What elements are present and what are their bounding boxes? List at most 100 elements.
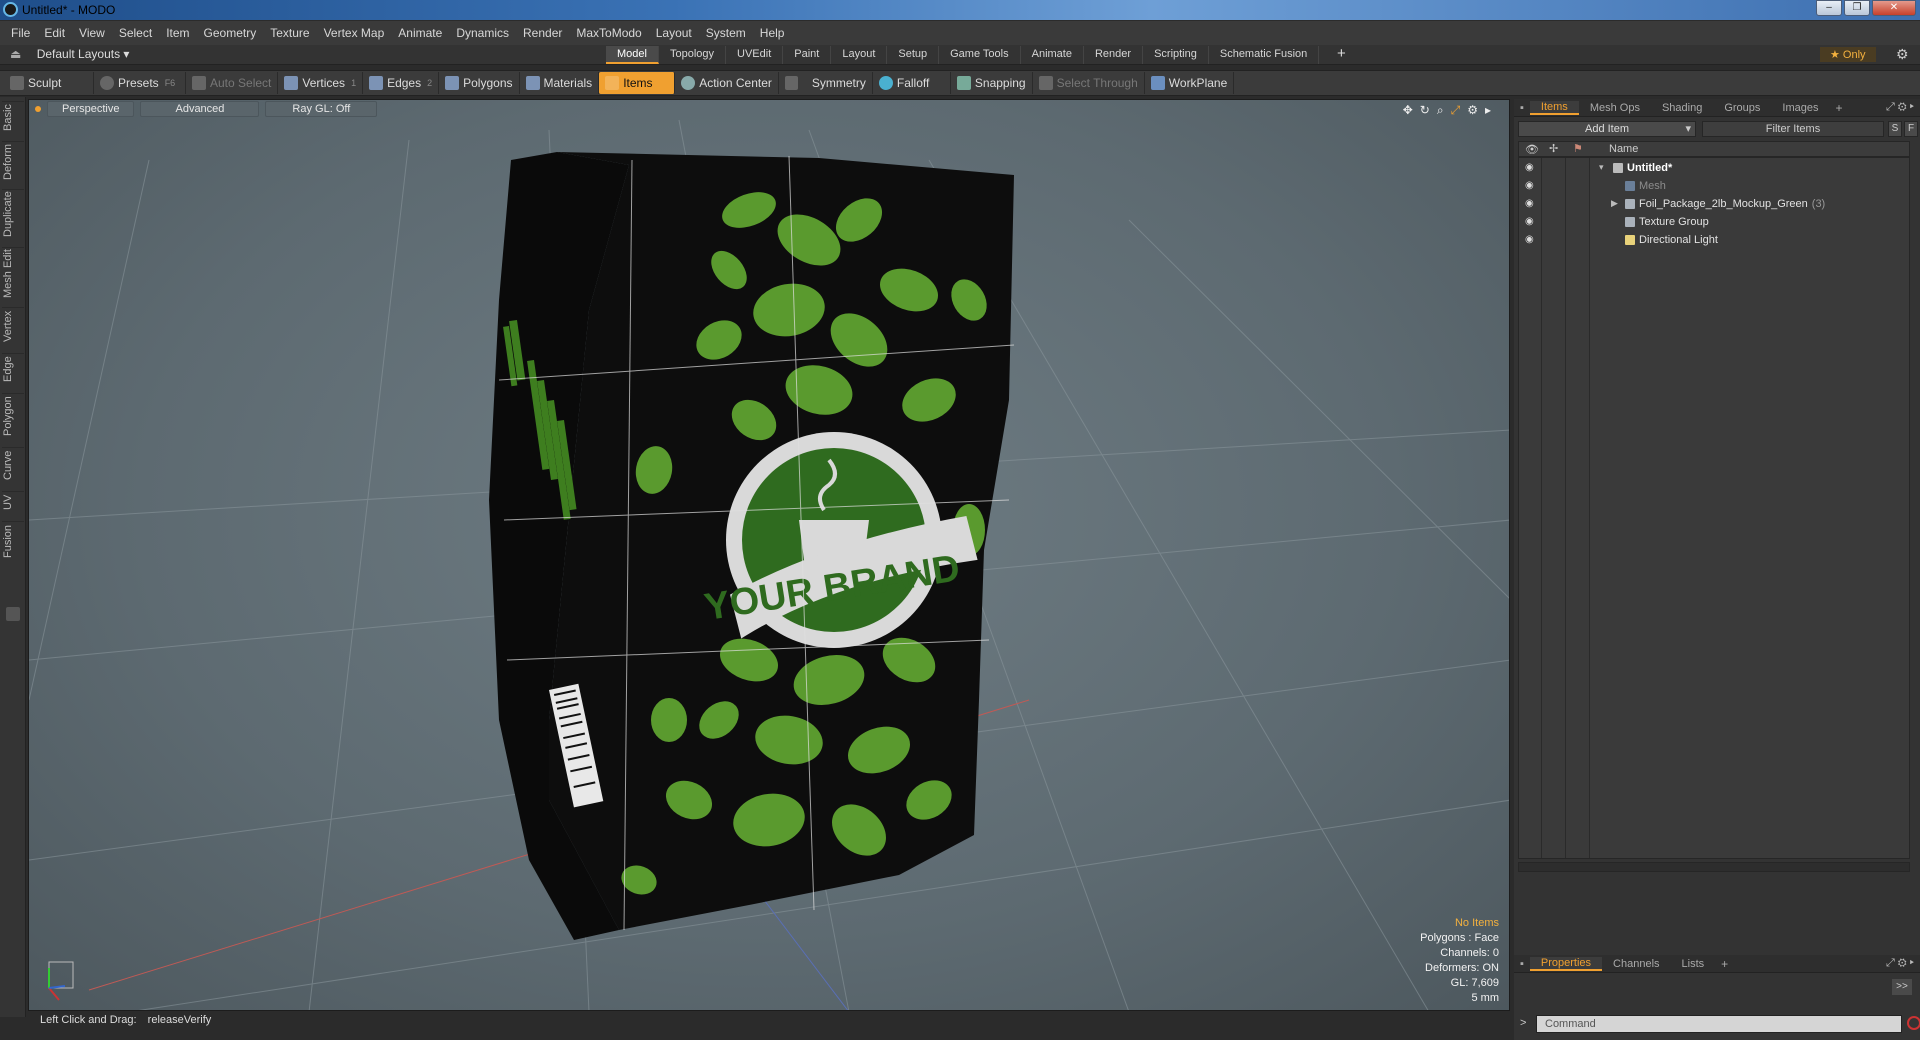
- auto-select-button[interactable]: Auto Select: [186, 72, 279, 94]
- vtab-curve[interactable]: Curve: [2, 447, 24, 483]
- add-tab-button[interactable]: +: [1337, 45, 1346, 62]
- chevron-right-icon[interactable]: ▶: [1611, 198, 1618, 209]
- edges-button[interactable]: Edges 2: [363, 72, 440, 94]
- tab-uvedit[interactable]: UVEdit: [726, 46, 784, 64]
- eye-icon[interactable]: ◉: [1525, 180, 1537, 191]
- menu-render[interactable]: Render: [516, 26, 569, 40]
- command-record-icon[interactable]: [1907, 1016, 1920, 1030]
- close-button[interactable]: ✕: [1872, 0, 1916, 16]
- vtab-edge[interactable]: Edge: [2, 353, 24, 385]
- tab-model[interactable]: Model: [606, 46, 659, 64]
- tab-channels[interactable]: Channels: [1602, 958, 1670, 970]
- name-column-header[interactable]: Name: [1609, 143, 1638, 155]
- lock-column-icon[interactable]: ✢: [1549, 142, 1558, 155]
- menu-file[interactable]: File: [4, 26, 37, 40]
- viewport-expand-icon[interactable]: ▸: [1485, 103, 1491, 118]
- tab-lists[interactable]: Lists: [1671, 958, 1716, 970]
- vtab-vertex[interactable]: Vertex: [2, 307, 24, 345]
- pan-icon[interactable]: ✥: [1403, 103, 1413, 118]
- menu-animate[interactable]: Animate: [391, 26, 449, 40]
- f-toggle-button[interactable]: F: [1904, 121, 1918, 137]
- workplane-button[interactable]: WorkPlane: [1145, 72, 1235, 94]
- menu-layout[interactable]: Layout: [649, 26, 699, 40]
- symmetry-button[interactable]: Symmetry: [779, 72, 873, 94]
- tab-layout[interactable]: Layout: [831, 46, 888, 64]
- panel-menu-icon[interactable]: ▪: [1514, 958, 1530, 970]
- vtab-mesh-edit[interactable]: Mesh Edit: [2, 247, 24, 299]
- zoom-icon[interactable]: ⌕: [1437, 103, 1444, 118]
- menu-help[interactable]: Help: [753, 26, 792, 40]
- menu-edit[interactable]: Edit: [37, 26, 72, 40]
- only-toggle-button[interactable]: ★ Only: [1820, 47, 1876, 62]
- viewport-settings-icon[interactable]: ⚙: [1467, 103, 1478, 118]
- tab-items[interactable]: Items: [1529, 100, 1579, 115]
- tab-shading[interactable]: Shading: [1651, 102, 1713, 114]
- vtab-duplicate[interactable]: Duplicate: [2, 189, 24, 239]
- gear-icon[interactable]: ⚙: [1896, 46, 1909, 63]
- viewport-menu-dot[interactable]: [35, 106, 41, 112]
- eye-icon[interactable]: ◉: [1525, 162, 1537, 173]
- minimize-button[interactable]: –: [1816, 0, 1842, 16]
- item-list-scrollbar[interactable]: [1518, 862, 1910, 872]
- menu-maxtomodo[interactable]: MaxToModo: [569, 26, 648, 40]
- fit-icon[interactable]: ⤢: [1451, 103, 1461, 118]
- view-type-button[interactable]: Perspective: [47, 101, 135, 117]
- tab-images[interactable]: Images: [1771, 102, 1829, 114]
- tab-scripting[interactable]: Scripting: [1143, 46, 1209, 64]
- expand-properties-button[interactable]: >>: [1892, 979, 1912, 995]
- tab-groups[interactable]: Groups: [1713, 102, 1771, 114]
- vtab-basic[interactable]: Basic: [2, 101, 24, 133]
- panel-menu-icon[interactable]: ▪: [1514, 102, 1530, 114]
- tab-mesh-ops[interactable]: Mesh Ops: [1579, 102, 1651, 114]
- vertices-button[interactable]: Vertices 1: [278, 72, 364, 94]
- items-button[interactable]: Items: [599, 72, 676, 94]
- menu-vertex-map[interactable]: Vertex Map: [317, 26, 392, 40]
- s-toggle-button[interactable]: S: [1888, 121, 1902, 137]
- panel-controls-icon[interactable]: ⤢ ⚙ ▸: [1886, 101, 1914, 114]
- falloff-button[interactable]: Falloff: [873, 72, 951, 94]
- list-item-texture-group[interactable]: ◉ Texture Group: [1519, 214, 1909, 232]
- vtab-polygon[interactable]: Polygon: [2, 393, 24, 439]
- vtab-deform[interactable]: Deform: [2, 141, 24, 181]
- vtab-uv[interactable]: UV: [2, 491, 24, 513]
- tab-game-tools[interactable]: Game Tools: [939, 46, 1021, 64]
- list-item-mesh[interactable]: ◉ Mesh: [1519, 178, 1909, 196]
- menu-select[interactable]: Select: [112, 26, 159, 40]
- vtab-fusion[interactable]: Fusion: [2, 521, 24, 561]
- menu-view[interactable]: View: [72, 26, 112, 40]
- filter-items-input[interactable]: Filter Items: [1702, 121, 1884, 137]
- menu-system[interactable]: System: [699, 26, 753, 40]
- menu-dynamics[interactable]: Dynamics: [449, 26, 516, 40]
- tab-properties[interactable]: Properties: [1529, 956, 1603, 971]
- raygl-button[interactable]: Ray GL: Off: [265, 101, 378, 117]
- add-panel-tab-button[interactable]: +: [1715, 957, 1734, 971]
- tab-render[interactable]: Render: [1084, 46, 1144, 64]
- shading-mode-button[interactable]: Advanced: [140, 101, 260, 117]
- list-item-scene[interactable]: ◉ ▾ Untitled*: [1519, 160, 1909, 178]
- rotate-icon[interactable]: ↻: [1420, 103, 1430, 118]
- tab-schematic-fusion[interactable]: Schematic Fusion: [1209, 46, 1320, 64]
- select-through-button[interactable]: Select Through: [1033, 72, 1145, 94]
- panel-controls-icon[interactable]: ⤢ ⚙ ▸: [1886, 957, 1914, 970]
- polygons-button[interactable]: Polygons: [439, 72, 520, 94]
- render-column-icon[interactable]: ⚑: [1573, 142, 1583, 155]
- eye-icon[interactable]: ◉: [1525, 234, 1537, 245]
- pin-icon[interactable]: ⏏: [10, 47, 21, 61]
- materials-button[interactable]: Materials: [520, 72, 600, 94]
- tab-paint[interactable]: Paint: [783, 46, 832, 64]
- sculpt-button[interactable]: Sculpt: [4, 72, 94, 94]
- tab-setup[interactable]: Setup: [887, 46, 940, 64]
- menu-texture[interactable]: Texture: [263, 26, 316, 40]
- menu-geometry[interactable]: Geometry: [197, 26, 264, 40]
- add-item-button[interactable]: Add Item ▾: [1518, 121, 1696, 137]
- layouts-dropdown[interactable]: ⏏ Default Layouts ▾: [10, 47, 129, 61]
- menu-item[interactable]: Item: [159, 26, 196, 40]
- eye-icon[interactable]: ◉: [1525, 198, 1537, 209]
- 3d-viewport[interactable]: YOUR BRAND Perspective Advanced Ray GL: …: [28, 99, 1510, 1011]
- tab-topology[interactable]: Topology: [659, 46, 727, 64]
- visibility-column-icon[interactable]: 👁: [1525, 143, 1539, 156]
- tab-animate[interactable]: Animate: [1021, 46, 1084, 64]
- chevron-down-icon[interactable]: ▾: [1599, 162, 1604, 173]
- action-center-button[interactable]: Action Center: [675, 72, 779, 94]
- list-item-foil-package[interactable]: ◉ ▶ Foil_Package_2lb_Mockup_Green (3): [1519, 196, 1909, 214]
